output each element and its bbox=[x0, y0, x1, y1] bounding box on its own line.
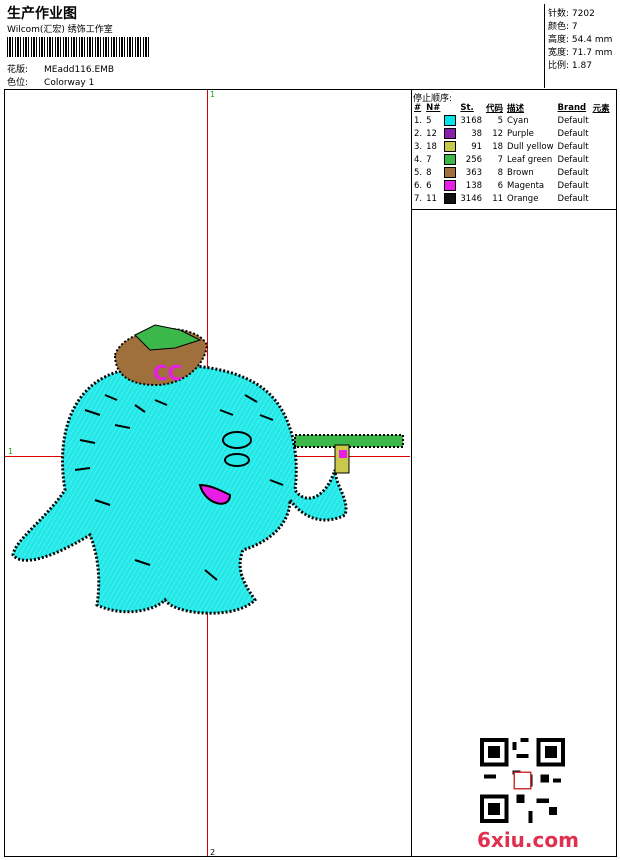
needle-number: 5 bbox=[426, 115, 432, 126]
color-swatch-icon bbox=[444, 193, 457, 204]
color-code: 8 bbox=[497, 167, 504, 178]
color-swatch-icon bbox=[444, 115, 457, 126]
embroidery-design: CC bbox=[11, 324, 404, 615]
color-swatch-icon bbox=[444, 128, 457, 139]
color-sequence-table: # N# St. 代码 描述 Brand 元素 1. 5 3168 5 Cyan Defa… bbox=[412, 101, 612, 205]
row-index: 3. bbox=[414, 141, 423, 152]
needle-number: 7 bbox=[426, 154, 432, 165]
design-name-row: 花版: MEadd116.EMB bbox=[7, 62, 114, 75]
color-description: Dull yellow bbox=[507, 141, 554, 152]
thread-brand: Default bbox=[557, 141, 589, 152]
color-swatch-icon bbox=[444, 167, 457, 178]
color-swatch-icon bbox=[444, 141, 457, 152]
stitch-count: 363 bbox=[465, 167, 483, 178]
stat-scale: 比例: 1.87 bbox=[548, 61, 592, 71]
color-description: Orange bbox=[507, 193, 539, 204]
color-swatch bbox=[442, 114, 458, 127]
element bbox=[591, 179, 612, 192]
color-code: 18 bbox=[492, 141, 504, 152]
stitch-count: 138 bbox=[465, 180, 483, 191]
thread-brand: Default bbox=[557, 154, 589, 165]
color-code: 7 bbox=[497, 154, 504, 165]
stat-colors: 颜色: 7 bbox=[548, 22, 578, 32]
color-swatch bbox=[442, 166, 458, 179]
table-row: 1. 5 3168 5 Cyan Default bbox=[412, 114, 612, 127]
element bbox=[591, 114, 612, 127]
company-name: Wilcom(汇宏) 绣饰工作室 bbox=[7, 25, 113, 35]
color-swatch bbox=[442, 140, 458, 153]
element bbox=[591, 127, 612, 140]
stat-width: 宽度: 71.7 mm bbox=[548, 48, 613, 58]
thread-brand: Default bbox=[557, 167, 589, 178]
thread-brand: Default bbox=[557, 128, 589, 139]
table-row: 6. 6 138 6 Magenta Default bbox=[412, 179, 612, 192]
table-row: 5. 8 363 8 Brown Default bbox=[412, 166, 612, 179]
monster-body bbox=[11, 363, 348, 615]
watermark-logo: 6xiu.com bbox=[477, 828, 579, 852]
stitch-count: 3146 bbox=[460, 193, 483, 204]
qr-code bbox=[480, 738, 565, 823]
stitch-count: 3168 bbox=[460, 115, 483, 126]
barcode bbox=[7, 37, 150, 57]
row-index: 1. bbox=[414, 115, 423, 126]
table-row: 7. 11 3146 11 Orange Default bbox=[412, 192, 612, 205]
element bbox=[591, 153, 612, 166]
stat-stitches: 针数: 7202 bbox=[548, 9, 595, 19]
color-code: 11 bbox=[492, 193, 504, 204]
color-code: 5 bbox=[497, 115, 504, 126]
design-value: MEadd116.EMB bbox=[44, 65, 115, 75]
stitch-count: 91 bbox=[471, 141, 483, 152]
thread-brand: Default bbox=[557, 193, 589, 204]
stitch-count: 38 bbox=[471, 128, 483, 139]
scraper-tool bbox=[294, 434, 404, 474]
stat-height: 高度: 54.4 mm bbox=[548, 35, 613, 45]
color-description: Purple bbox=[507, 128, 534, 139]
color-swatch bbox=[442, 127, 458, 140]
needle-number: 18 bbox=[426, 141, 437, 152]
color-swatch bbox=[442, 179, 458, 192]
color-description: Brown bbox=[507, 167, 534, 178]
design-label: 花版: bbox=[7, 65, 29, 75]
table-row: 4. 7 256 7 Leaf green Default bbox=[412, 153, 612, 166]
needle-number: 11 bbox=[426, 193, 437, 204]
color-description: Cyan bbox=[507, 115, 529, 126]
color-code: 12 bbox=[492, 128, 504, 139]
color-swatch-icon bbox=[444, 154, 457, 165]
eye-icon bbox=[222, 431, 252, 449]
svg-text:CC: CC bbox=[153, 361, 182, 385]
needle-number: 6 bbox=[426, 180, 432, 191]
color-swatch-icon bbox=[444, 180, 457, 191]
stitch-count: 256 bbox=[465, 154, 483, 165]
needle-number: 8 bbox=[426, 167, 432, 178]
top-marker: 1 bbox=[210, 90, 216, 99]
header-separator bbox=[544, 4, 545, 88]
table-header-row: # N# St. 代码 描述 Brand 元素 bbox=[414, 102, 610, 114]
table-row: 2. 12 38 12 Purple Default bbox=[412, 127, 612, 140]
element bbox=[591, 166, 612, 179]
colorway-label: 色位: bbox=[7, 78, 29, 88]
row-index: 2. bbox=[414, 128, 423, 139]
page-title: 生产作业图 bbox=[7, 6, 77, 22]
row-index: 4. bbox=[414, 154, 423, 165]
color-swatch bbox=[442, 192, 458, 205]
colorway-row: 色位: Colorway 1 bbox=[7, 75, 94, 88]
colorway-value: Colorway 1 bbox=[44, 78, 95, 88]
table-row: 3. 18 91 18 Dull yellow Default bbox=[412, 140, 612, 153]
row-index: 7. bbox=[414, 193, 423, 204]
element bbox=[591, 140, 612, 153]
thread-brand: Default bbox=[557, 180, 589, 191]
color-description: Leaf green bbox=[507, 154, 553, 165]
row-index: 6. bbox=[414, 180, 423, 191]
bottom-marker: 2 bbox=[210, 848, 216, 857]
color-swatch bbox=[442, 153, 458, 166]
color-description: Magenta bbox=[507, 180, 545, 191]
needle-number: 12 bbox=[426, 128, 437, 139]
thread-brand: Default bbox=[557, 115, 589, 126]
eye-icon bbox=[224, 453, 250, 467]
color-code: 6 bbox=[497, 180, 504, 191]
row-index: 5. bbox=[414, 167, 423, 178]
element bbox=[591, 192, 612, 205]
